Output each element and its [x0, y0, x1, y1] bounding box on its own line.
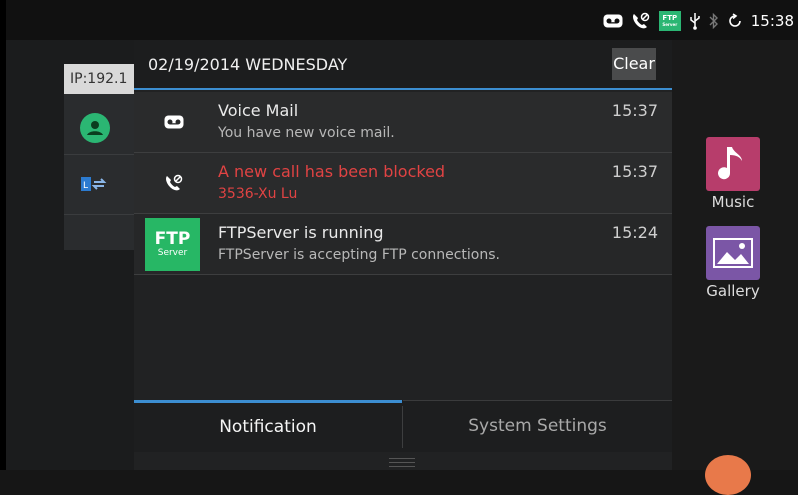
app-label-gallery: Gallery — [706, 282, 760, 300]
notification-voicemail[interactable]: Voice Mail You have new voice mail. 15:3… — [134, 92, 672, 153]
tab-notification[interactable]: Notification — [134, 400, 402, 452]
ftp-icon-text: FTP — [154, 229, 191, 249]
tab-divider — [402, 406, 403, 448]
ftp-server-icon: FTP Server — [145, 218, 200, 271]
app-label-music: Music — [711, 193, 755, 211]
shade-drag-handle[interactable] — [389, 462, 415, 463]
notification-time: 15:24 — [611, 223, 658, 242]
notification-title: A new call has been blocked — [218, 162, 446, 181]
notification-text: FTPServer is accepting FTP connections. — [218, 247, 500, 263]
notification-text: 3536-Xu Lu — [218, 186, 298, 202]
app-gallery[interactable]: Gallery — [703, 226, 763, 300]
status-time: 15:38 — [750, 12, 794, 30]
app-music[interactable]: Music — [703, 137, 763, 211]
notification-title: Voice Mail — [218, 101, 299, 120]
ftp-mini-sub: Server — [662, 22, 678, 27]
svg-text:L: L — [83, 181, 88, 191]
ldap-icon[interactable]: L — [80, 173, 108, 195]
shade-header: 02/19/2014 WEDNESDAY Clear — [134, 40, 672, 90]
ftp-mini-text: FTP — [662, 14, 678, 22]
bluetooth-icon — [709, 13, 719, 29]
notification-shade: 02/19/2014 WEDNESDAY Clear Voice Mail Yo… — [134, 40, 672, 470]
sync-icon — [727, 13, 743, 29]
usb-icon — [689, 12, 701, 30]
music-note-icon — [706, 137, 760, 191]
voicemail-icon — [146, 92, 202, 152]
notification-title: FTPServer is running — [218, 223, 384, 242]
notification-time: 15:37 — [611, 162, 658, 181]
notification-call-blocked[interactable]: A new call has been blocked 3536-Xu Lu 1… — [134, 153, 672, 214]
tab-system-settings[interactable]: System Settings — [403, 400, 672, 452]
contact-avatar-icon[interactable] — [80, 113, 110, 143]
gallery-icon — [706, 226, 760, 280]
date-label: 02/19/2014 WEDNESDAY — [148, 55, 348, 74]
notification-text: You have new voice mail. — [218, 125, 395, 141]
ftp-icon-subtext: Server — [157, 248, 188, 258]
widget-divider — [64, 154, 144, 155]
notification-time: 15:37 — [611, 101, 658, 120]
status-bar: FTP Server 15:38 — [6, 0, 798, 40]
notification-ftp-server[interactable]: FTP Server FTPServer is running FTPServe… — [134, 214, 672, 275]
shade-drag-handle[interactable] — [389, 466, 415, 467]
widget-divider — [64, 214, 144, 215]
clear-button[interactable]: Clear — [612, 48, 656, 80]
call-blocked-icon — [146, 153, 202, 213]
shade-tab-bar: Notification System Settings — [134, 400, 672, 452]
shade-drag-handle[interactable] — [389, 458, 415, 459]
ip-address-label: IP:192.1 — [64, 64, 144, 94]
decorative-shape — [705, 455, 751, 495]
voicemail-icon — [603, 14, 623, 28]
ftp-server-icon: FTP Server — [658, 11, 681, 31]
call-blocked-icon — [631, 12, 651, 30]
